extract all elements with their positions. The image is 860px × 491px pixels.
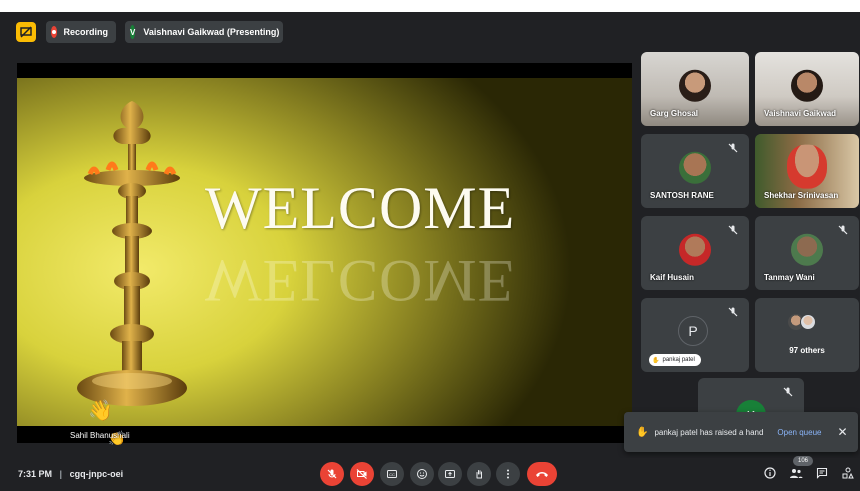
present-button[interactable]: [438, 462, 462, 486]
mic-off-icon: [327, 469, 337, 479]
recording-label: Recording: [63, 27, 108, 37]
mic-toggle-button[interactable]: [320, 462, 344, 486]
meeting-code[interactable]: cgq-jnpc-oei: [70, 469, 124, 479]
participant-name: Vaishnavi Gaikwad: [764, 109, 837, 118]
raised-hand-icon: ✋: [652, 357, 660, 364]
oil-lamp-image: [77, 101, 187, 406]
camera-toggle-button[interactable]: [350, 462, 374, 486]
participant-tile[interactable]: Kaif Husain: [641, 216, 749, 290]
mic-off-icon: [783, 387, 793, 397]
mic-off-icon: [728, 307, 738, 317]
raised-hand-name-pill: ✋ pankaj patel: [649, 354, 701, 366]
slide-heading-reflection: WELCOME: [205, 248, 516, 314]
hang-up-icon: [536, 472, 548, 477]
mic-off-icon: [728, 143, 738, 153]
raised-hand-icon: ✋: [636, 426, 649, 438]
presenter-label: Vaishnavi Gaikwad (Presenting): [143, 27, 280, 37]
people-icon: [790, 469, 803, 478]
participant-initial-avatar: P: [678, 316, 708, 346]
presenter-indicator[interactable]: V Vaishnavi Gaikwad (Presenting): [125, 21, 283, 43]
participant-tile[interactable]: P ✋ pankaj patel: [641, 298, 749, 372]
camera-off-icon: [356, 469, 367, 479]
others-avatar: [800, 314, 816, 330]
participant-tile[interactable]: Vaishnavi Gaikwad: [755, 52, 859, 126]
clock-time: 7:31 PM: [18, 469, 53, 479]
close-icon[interactable]: ✕: [837, 425, 847, 439]
recording-indicator[interactable]: Recording: [46, 21, 116, 43]
meeting-info-button[interactable]: [762, 465, 778, 481]
speaker-name: Sahil Bhanushali: [70, 431, 130, 440]
slide-heading: WELCOME: [205, 175, 516, 241]
presentation-icon[interactable]: [16, 22, 36, 42]
leave-call-button[interactable]: [527, 462, 557, 486]
meeting-details: 7:31 PM | cgq-jnpc-oei: [18, 469, 123, 479]
raise-hand-icon: [476, 470, 482, 479]
participant-name: pankaj patel: [662, 357, 695, 363]
raised-hand-notification: ✋ pankaj patel has raised a hand Open qu…: [624, 412, 858, 452]
participant-name: Garg Ghosal: [650, 109, 699, 118]
activities-icon: [842, 467, 854, 479]
presentation-slide: WELCOME WELCOME: [17, 78, 632, 426]
participant-name: SANTOSH RANE: [650, 191, 714, 200]
mic-off-icon: [728, 225, 738, 235]
captions-icon: CC: [387, 470, 397, 478]
chat-button[interactable]: [814, 465, 830, 481]
others-count: 97 others: [789, 346, 825, 355]
participant-video: [791, 69, 823, 102]
info-icon: [764, 467, 776, 479]
svg-text:CC: CC: [389, 472, 395, 477]
more-options-button[interactable]: [496, 462, 520, 486]
participant-video: [679, 69, 711, 102]
separator: |: [59, 469, 63, 479]
participant-tile[interactable]: SANTOSH RANE: [641, 134, 749, 208]
notification-message: pankaj patel has raised a hand: [654, 427, 764, 437]
open-queue-link[interactable]: Open queue: [777, 428, 821, 437]
participant-avatar: [679, 233, 711, 266]
record-icon: [51, 26, 58, 38]
raise-hand-button[interactable]: [467, 462, 491, 486]
participant-avatar: [679, 151, 711, 184]
emoji-icon: [417, 469, 427, 479]
activities-button[interactable]: [840, 465, 856, 481]
chat-icon: [816, 467, 828, 479]
participant-video: [787, 144, 827, 189]
participant-tile[interactable]: Shekhar Srinivasan: [755, 134, 859, 208]
present-screen-icon: [445, 470, 455, 478]
reactions-button[interactable]: [410, 462, 434, 486]
presenter-avatar: V: [130, 25, 136, 39]
window-top-edge: [0, 0, 860, 12]
participant-tile[interactable]: Tanmay Wani: [755, 216, 859, 290]
participant-name: Shekhar Srinivasan: [764, 191, 839, 200]
mic-off-icon: [838, 225, 848, 235]
participant-name: Kaif Husain: [650, 273, 695, 282]
hand-wave-icon: 👋: [88, 400, 113, 422]
participant-name: Tanmay Wani: [764, 273, 815, 282]
participant-avatar: [791, 233, 823, 266]
people-button[interactable]: [788, 465, 804, 481]
participant-tile[interactable]: Garg Ghosal: [641, 52, 749, 126]
more-vert-icon: [507, 469, 509, 479]
others-tile[interactable]: 97 others: [755, 298, 859, 372]
captions-button[interactable]: CC: [380, 462, 404, 486]
